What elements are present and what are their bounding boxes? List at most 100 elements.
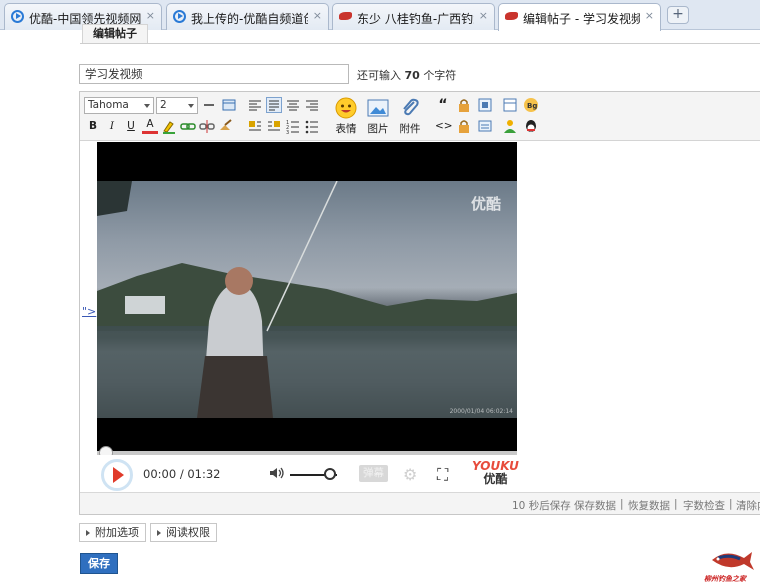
emoji-label: 表情 — [335, 123, 357, 135]
font-size-select[interactable]: 2 — [156, 97, 198, 114]
video-frame[interactable]: 优酷 2000/01/04 06:02:14 — [97, 181, 517, 418]
smiley-icon — [335, 97, 357, 119]
chevron-right-icon — [86, 530, 90, 536]
current-time: 00:00 — [143, 467, 177, 481]
close-icon[interactable]: × — [313, 9, 322, 22]
bilibili-icon[interactable]: Bg — [523, 97, 539, 113]
lock-icon[interactable] — [456, 118, 472, 134]
bold-button[interactable]: B — [85, 118, 101, 134]
flash-icon[interactable] — [477, 97, 493, 113]
font-family-select[interactable]: Tahoma — [84, 97, 154, 114]
qq-icon[interactable] — [523, 118, 539, 134]
post-title-input[interactable] — [79, 64, 349, 84]
align-justify-icon[interactable] — [266, 97, 282, 113]
align-center-icon[interactable] — [285, 97, 301, 113]
page-break-icon[interactable] — [502, 97, 518, 113]
unordered-list-icon[interactable] — [304, 118, 320, 134]
attachment-button[interactable]: 附件 — [394, 97, 426, 137]
highlight-icon[interactable] — [161, 118, 177, 134]
clear-content-link[interactable]: 清除内容 — [736, 498, 760, 513]
extra-options-label: 附加选项 — [95, 526, 139, 539]
edit-post-tab[interactable]: 编辑帖子 — [82, 24, 148, 44]
browser-tab-edit-post[interactable]: 编辑帖子 - 学习发视频 - × — [498, 3, 661, 31]
tab-title: 东少 八桂钓鱼-广西钓鱼 — [357, 12, 474, 26]
statusbar-divider: | — [674, 498, 678, 510]
user-icon[interactable] — [502, 118, 518, 134]
float-right-icon[interactable] — [266, 118, 282, 134]
video-watermark: 优酷 — [470, 195, 501, 213]
svg-text:Bg: Bg — [527, 102, 537, 110]
editor-content[interactable]: "> 优酷 2000/01/04 06:02:14 00:00 / 01:32 … — [80, 142, 760, 492]
code-button[interactable]: <> — [435, 118, 453, 134]
video-timestamp: 2000/01/04 06:02:14 — [449, 408, 513, 415]
link-icon[interactable] — [180, 118, 196, 134]
align-right-icon[interactable] — [304, 97, 320, 113]
duration: 01:32 — [187, 467, 221, 481]
autosave-link[interactable]: 10 秒后保存 保存数据 — [512, 498, 616, 513]
char-hint-count: 70 — [404, 69, 420, 82]
browser-tab-fishing-forum[interactable]: 东少 八桂钓鱼-广西钓鱼 × — [332, 3, 495, 30]
youku-play-icon — [173, 10, 186, 23]
word-check-link[interactable]: 字数检查 — [683, 498, 725, 513]
image-icon — [367, 99, 389, 117]
post-editor: Tahoma 2 B I U A 1 2 3 表情 图片 附件 “ Bg <> … — [79, 91, 760, 515]
underline-button[interactable]: U — [123, 118, 139, 134]
fish-icon — [505, 10, 518, 23]
editor-toolbar: Tahoma 2 B I U A 1 2 3 表情 图片 附件 “ Bg <> — [80, 92, 760, 141]
close-icon[interactable]: × — [645, 9, 654, 22]
free-content-icon[interactable] — [477, 118, 493, 134]
content-link-text[interactable]: "> — [82, 305, 96, 318]
divider — [80, 43, 760, 44]
tab-title: 我上传的-优酷自频道创作 — [191, 12, 308, 26]
extra-options-button[interactable]: 附加选项 — [79, 523, 146, 542]
time-separator: / — [179, 467, 184, 481]
youku-logo[interactable]: YOUKU 优酷 — [472, 460, 519, 486]
read-permission-button[interactable]: 阅读权限 — [150, 523, 217, 542]
font-size-value: 2 — [160, 99, 167, 111]
gear-icon[interactable]: ⚙ — [403, 465, 417, 484]
emoji-button[interactable]: 表情 — [330, 97, 362, 137]
fullscreen-icon[interactable]: ⛶ — [437, 465, 448, 485]
align-left-icon[interactable] — [247, 97, 263, 113]
save-button[interactable]: 保存 — [80, 553, 118, 574]
char-hint-suffix: 个字符 — [423, 69, 457, 82]
youku-logo-cn: 优酷 — [483, 472, 508, 486]
char-count-hint: 还可输入 70 个字符 — [357, 67, 456, 83]
close-icon[interactable]: × — [479, 9, 488, 22]
chevron-right-icon — [157, 530, 161, 536]
statusbar-divider: | — [729, 498, 733, 510]
chevron-down-icon — [188, 104, 194, 108]
unlink-icon[interactable] — [199, 118, 215, 134]
svg-text:3: 3 — [286, 130, 289, 134]
statusbar-divider: | — [620, 498, 624, 510]
play-button[interactable] — [101, 459, 133, 491]
read-permission-label: 阅读权限 — [166, 526, 210, 539]
browser-tab-my-uploads[interactable]: 我上传的-优酷自频道创作 × — [166, 3, 329, 30]
italic-button[interactable]: I — [104, 118, 120, 134]
volume-icon[interactable] — [269, 467, 285, 479]
hide-content-icon[interactable] — [456, 97, 472, 113]
font-color-button[interactable]: A — [142, 118, 158, 134]
youku-logo-en: YOUKU — [472, 459, 519, 473]
clear-format-icon[interactable] — [218, 118, 234, 134]
danmaku-button[interactable]: 弹幕 — [359, 465, 388, 482]
volume-knob[interactable] — [323, 468, 336, 480]
restore-data-link[interactable]: 恢复数据 — [628, 498, 670, 513]
table-icon[interactable] — [221, 97, 237, 113]
ordered-list-icon[interactable]: 123 — [285, 118, 301, 136]
attachment-label: 附件 — [399, 123, 421, 135]
site-logo-text: 柳州钓鱼之家 — [704, 575, 746, 583]
image-button[interactable]: 图片 — [362, 97, 394, 137]
fish-icon — [339, 10, 352, 23]
time-display: 00:00 / 01:32 — [143, 467, 221, 481]
player-controls: 00:00 / 01:32 弹幕 ⚙ ⛶ YOUKU 优酷 — [97, 455, 519, 491]
image-label: 图片 — [367, 123, 389, 135]
tab-title: 编辑帖子 - 学习发视频 - — [523, 12, 640, 26]
close-icon[interactable]: × — [146, 9, 155, 22]
site-logo: 柳州钓鱼之家 — [704, 546, 756, 584]
new-tab-button[interactable]: + — [667, 6, 689, 24]
video-player[interactable]: 优酷 2000/01/04 06:02:14 00:00 / 01:32 弹幕 — [97, 142, 519, 491]
quote-button[interactable]: “ — [435, 97, 451, 113]
float-left-icon[interactable] — [247, 118, 263, 134]
horizontal-rule-icon[interactable] — [201, 97, 217, 113]
